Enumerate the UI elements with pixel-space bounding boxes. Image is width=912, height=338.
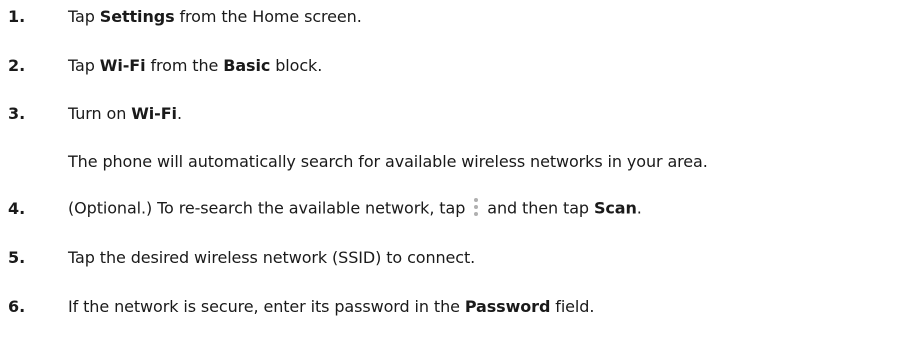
step-number: 2. (8, 56, 26, 75)
step-2: 2. Tap Wi-Fi from the Basic block. (0, 53, 912, 79)
step-number: 6. (8, 297, 26, 316)
ui-term-scan: Scan (593, 198, 637, 218)
step-1: 1. Tap Settings from the Home screen. (0, 4, 912, 30)
ui-term-basic: Basic (223, 56, 271, 75)
overflow-menu-icon (473, 196, 479, 218)
step-text: If the network is secure, enter its pass… (68, 297, 595, 316)
step-3-note: The phone will automatically search for … (68, 151, 708, 171)
ui-term-password: Password (464, 297, 551, 316)
ui-term-wifi: Wi-Fi (131, 104, 177, 123)
step-number: 3. (8, 104, 26, 123)
step-6: 6. If the network is secure, enter its p… (0, 294, 912, 320)
step-text: Tap the desired wireless network (SSID) … (68, 248, 476, 267)
step-text: Tap Settings from the Home screen. (68, 7, 362, 26)
step-text: Tap Wi-Fi from the Basic block. (68, 56, 323, 75)
step-number: 1. (8, 7, 26, 26)
step-4: 4. (Optional.) To re-search the availabl… (0, 196, 912, 222)
step-text: Turn on Wi-Fi. (68, 104, 182, 123)
ui-term-settings: Settings (99, 7, 175, 26)
step-number: 4. (8, 199, 26, 218)
step-3: 3. Turn on Wi-Fi. (0, 101, 912, 127)
step-text: (Optional.) To re-search the available n… (68, 198, 642, 220)
step-number: 5. (8, 248, 26, 267)
step-5: 5. Tap the desired wireless network (SSI… (0, 245, 912, 271)
ui-term-wifi: Wi-Fi (99, 56, 146, 75)
